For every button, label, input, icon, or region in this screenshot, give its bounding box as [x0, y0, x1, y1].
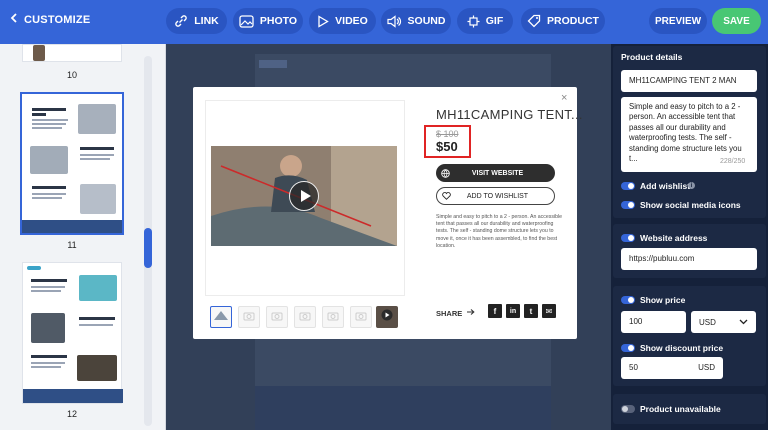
- twitter-icon[interactable]: t: [524, 304, 538, 318]
- tool-photo-button[interactable]: PHOTO: [233, 8, 303, 34]
- tool-gif-button[interactable]: GIF: [457, 8, 513, 34]
- info-icon[interactable]: i: [688, 182, 695, 189]
- gallery-thumb-1[interactable]: [210, 306, 232, 328]
- gallery-thumb-6[interactable]: [350, 306, 372, 328]
- camera-placeholder-icon: [243, 308, 255, 326]
- heart-icon: [437, 192, 455, 200]
- page-number-10: 10: [66, 70, 77, 80]
- sidebar-scrollbar-thumb[interactable]: [144, 228, 152, 268]
- preview-button[interactable]: PREVIEW: [649, 8, 707, 34]
- add-wishlist-label: Add wishlist: [640, 181, 691, 191]
- product-details-title: Product details: [621, 52, 683, 62]
- tool-sound-label: SOUND: [407, 15, 446, 27]
- add-to-wishlist-label: ADD TO WISHLIST: [466, 192, 529, 200]
- play-video-button[interactable]: [289, 181, 319, 211]
- visit-website-button[interactable]: VISIT WEBSITE: [436, 164, 555, 182]
- product-description-text: Simple and easy to pitch to a 2 - person…: [629, 102, 742, 164]
- show-price-toggle[interactable]: [621, 296, 635, 304]
- photo-icon: [239, 14, 254, 28]
- add-wishlist-toggle[interactable]: [621, 182, 635, 190]
- char-counter: 228/250: [720, 158, 746, 165]
- video-icon: [317, 14, 329, 28]
- share-row: SHARE: [436, 308, 475, 318]
- page-thumb-10[interactable]: [22, 44, 122, 62]
- show-discount-label: Show discount price: [640, 343, 724, 353]
- camera-placeholder-icon: [299, 308, 311, 326]
- share-label: SHARE: [436, 308, 463, 318]
- discount-price-value: 50: [629, 363, 638, 372]
- save-button[interactable]: SAVE: [712, 8, 761, 34]
- currency-select[interactable]: USD: [691, 311, 756, 333]
- product-unavailable-toggle[interactable]: [621, 405, 635, 413]
- page-thumb-12[interactable]: [22, 262, 123, 404]
- play-icon: [381, 308, 393, 326]
- page-number-11: 11: [67, 240, 77, 250]
- camera-placeholder-icon: [327, 308, 339, 326]
- sound-icon: [386, 14, 402, 28]
- old-price: $ 100: [436, 129, 459, 139]
- back-customize-button[interactable]: CUSTOMIZE: [10, 13, 90, 26]
- camera-placeholder-icon: [271, 308, 283, 326]
- back-label: CUSTOMIZE: [24, 13, 91, 26]
- share-arrow-icon: [466, 308, 475, 318]
- globe-icon: [436, 168, 454, 178]
- product-title: MH11CAMPING TENT...: [436, 107, 583, 122]
- discount-currency-label: USD: [698, 363, 715, 372]
- tool-product-label: PRODUCT: [547, 15, 599, 27]
- linkedin-icon[interactable]: in: [506, 304, 520, 318]
- website-address-label: Website address: [640, 233, 708, 243]
- chevron-left-icon: [10, 13, 18, 26]
- page-thumb-11[interactable]: [20, 92, 124, 235]
- gallery-thumb-5[interactable]: [322, 306, 344, 328]
- discount-price-input[interactable]: 50 USD: [621, 357, 723, 379]
- tool-product-button[interactable]: PRODUCT: [521, 8, 605, 34]
- tag-icon: [527, 14, 541, 28]
- gif-icon: [467, 15, 480, 28]
- email-icon[interactable]: ✉: [542, 304, 556, 318]
- currency-value: USD: [699, 317, 716, 327]
- gallery-thumb-2[interactable]: [238, 306, 260, 328]
- show-price-label: Show price: [640, 295, 686, 305]
- product-name-input[interactable]: MH11CAMPING TENT 2 MAN: [621, 70, 757, 92]
- tool-gif-label: GIF: [485, 15, 504, 27]
- price-input[interactable]: 100: [621, 311, 686, 333]
- tool-video-button[interactable]: VIDEO: [309, 8, 376, 34]
- tool-link-button[interactable]: LINK: [166, 8, 227, 34]
- facebook-icon[interactable]: f: [488, 304, 502, 318]
- page-number-12: 12: [66, 409, 77, 419]
- chevron-down-icon: [739, 318, 748, 327]
- add-to-wishlist-button[interactable]: ADD TO WISHLIST: [436, 187, 555, 205]
- tool-link-label: LINK: [194, 15, 219, 27]
- gallery-thumb-3[interactable]: [266, 306, 288, 328]
- tool-photo-label: PHOTO: [259, 15, 298, 27]
- gallery-thumb-4[interactable]: [294, 306, 316, 328]
- website-address-input[interactable]: https://publuu.com: [621, 248, 757, 270]
- tool-sound-button[interactable]: SOUND: [381, 8, 451, 34]
- new-price: $50: [436, 139, 458, 154]
- gallery-thumb-video[interactable]: [376, 306, 398, 328]
- product-unavailable-label: Product unavailable: [640, 404, 721, 414]
- camera-placeholder-icon: [355, 308, 367, 326]
- show-social-label: Show social media icons: [640, 200, 741, 210]
- link-icon: [174, 14, 188, 28]
- website-toggle[interactable]: [621, 234, 635, 242]
- show-discount-toggle[interactable]: [621, 344, 635, 352]
- tool-video-label: VIDEO: [335, 15, 368, 27]
- close-popup-button[interactable]: ×: [561, 92, 567, 104]
- product-description: Simple and easy to pitch to a 2 - person…: [436, 214, 563, 249]
- tent-thumb-icon: [213, 308, 229, 326]
- visit-website-label: VISIT WEBSITE: [471, 169, 524, 177]
- show-social-toggle[interactable]: [621, 201, 635, 209]
